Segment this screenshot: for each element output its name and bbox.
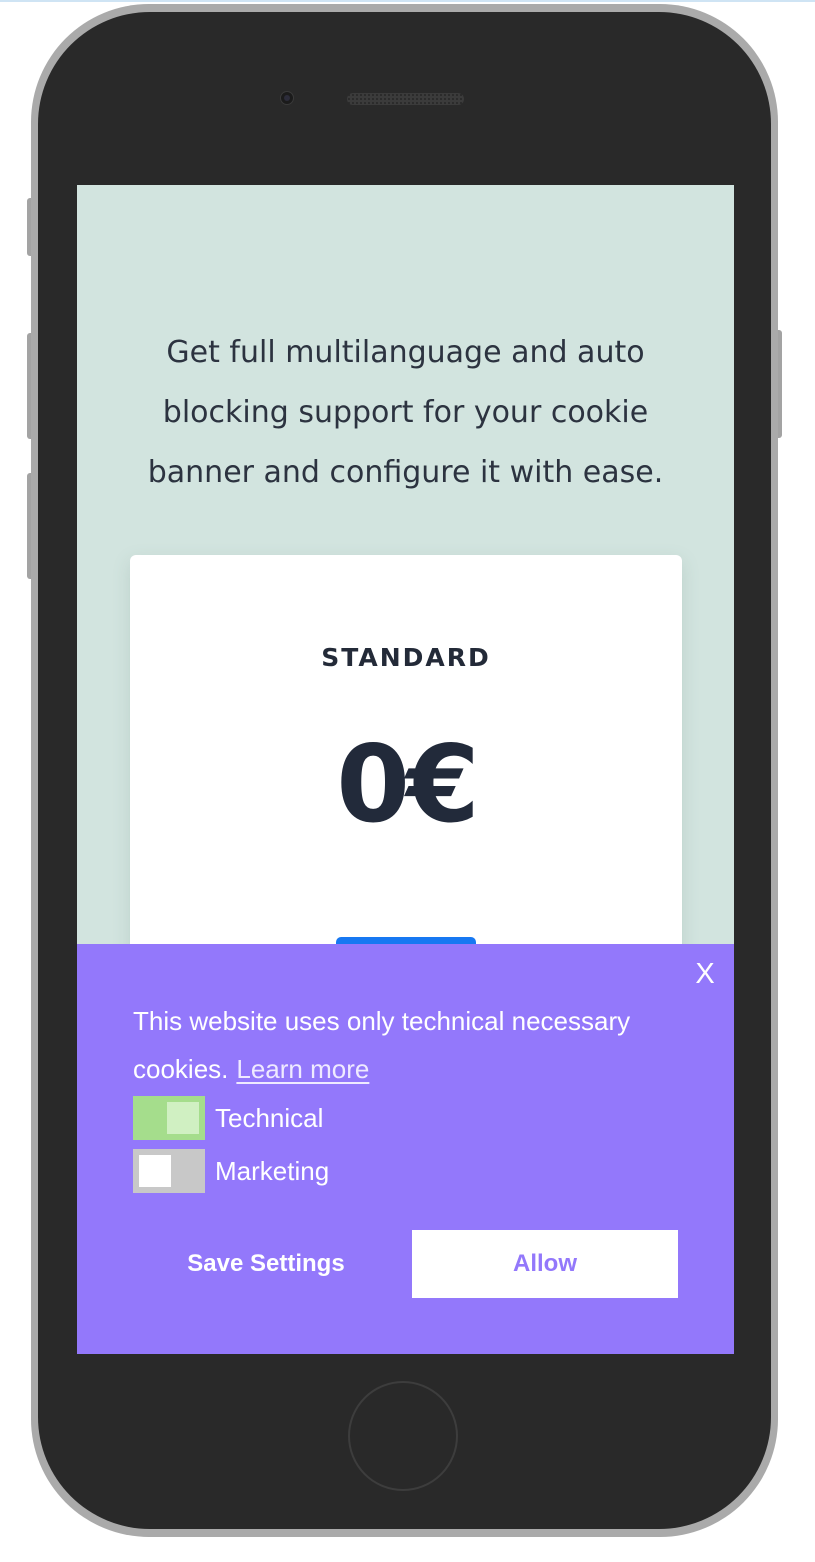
close-banner-button[interactable]: X [691, 957, 719, 991]
allow-button[interactable]: Allow [412, 1230, 678, 1298]
marketing-toggle[interactable] [133, 1149, 205, 1193]
cookie-message: This website uses only technical necessa… [133, 997, 693, 1093]
home-button [348, 1381, 458, 1491]
hero-text: Get full multilanguage and auto blocking… [147, 335, 664, 490]
technical-label: Technical [215, 1103, 324, 1133]
plan-name: STANDARD [321, 643, 491, 672]
cookie-message-text: This website uses only technical necessa… [133, 1006, 631, 1084]
toggle-knob [167, 1102, 199, 1134]
save-settings-button[interactable]: Save Settings [133, 1230, 399, 1298]
toggle-row-marketing: Marketing [133, 1149, 533, 1193]
toggle-knob [139, 1155, 171, 1187]
top-border [0, 0, 815, 2]
speaker-grille [347, 93, 464, 105]
phone-screen: Get full multilanguage and auto blocking… [77, 185, 734, 1354]
toggle-row-technical: Technical [133, 1096, 533, 1140]
cookie-banner: X This website uses only technical neces… [77, 944, 734, 1354]
plan-price: 0€ [336, 723, 480, 846]
technical-toggle[interactable] [133, 1096, 205, 1140]
learn-more-link[interactable]: Learn more [236, 1054, 369, 1084]
marketing-label: Marketing [215, 1156, 330, 1186]
front-camera-icon [280, 91, 294, 105]
